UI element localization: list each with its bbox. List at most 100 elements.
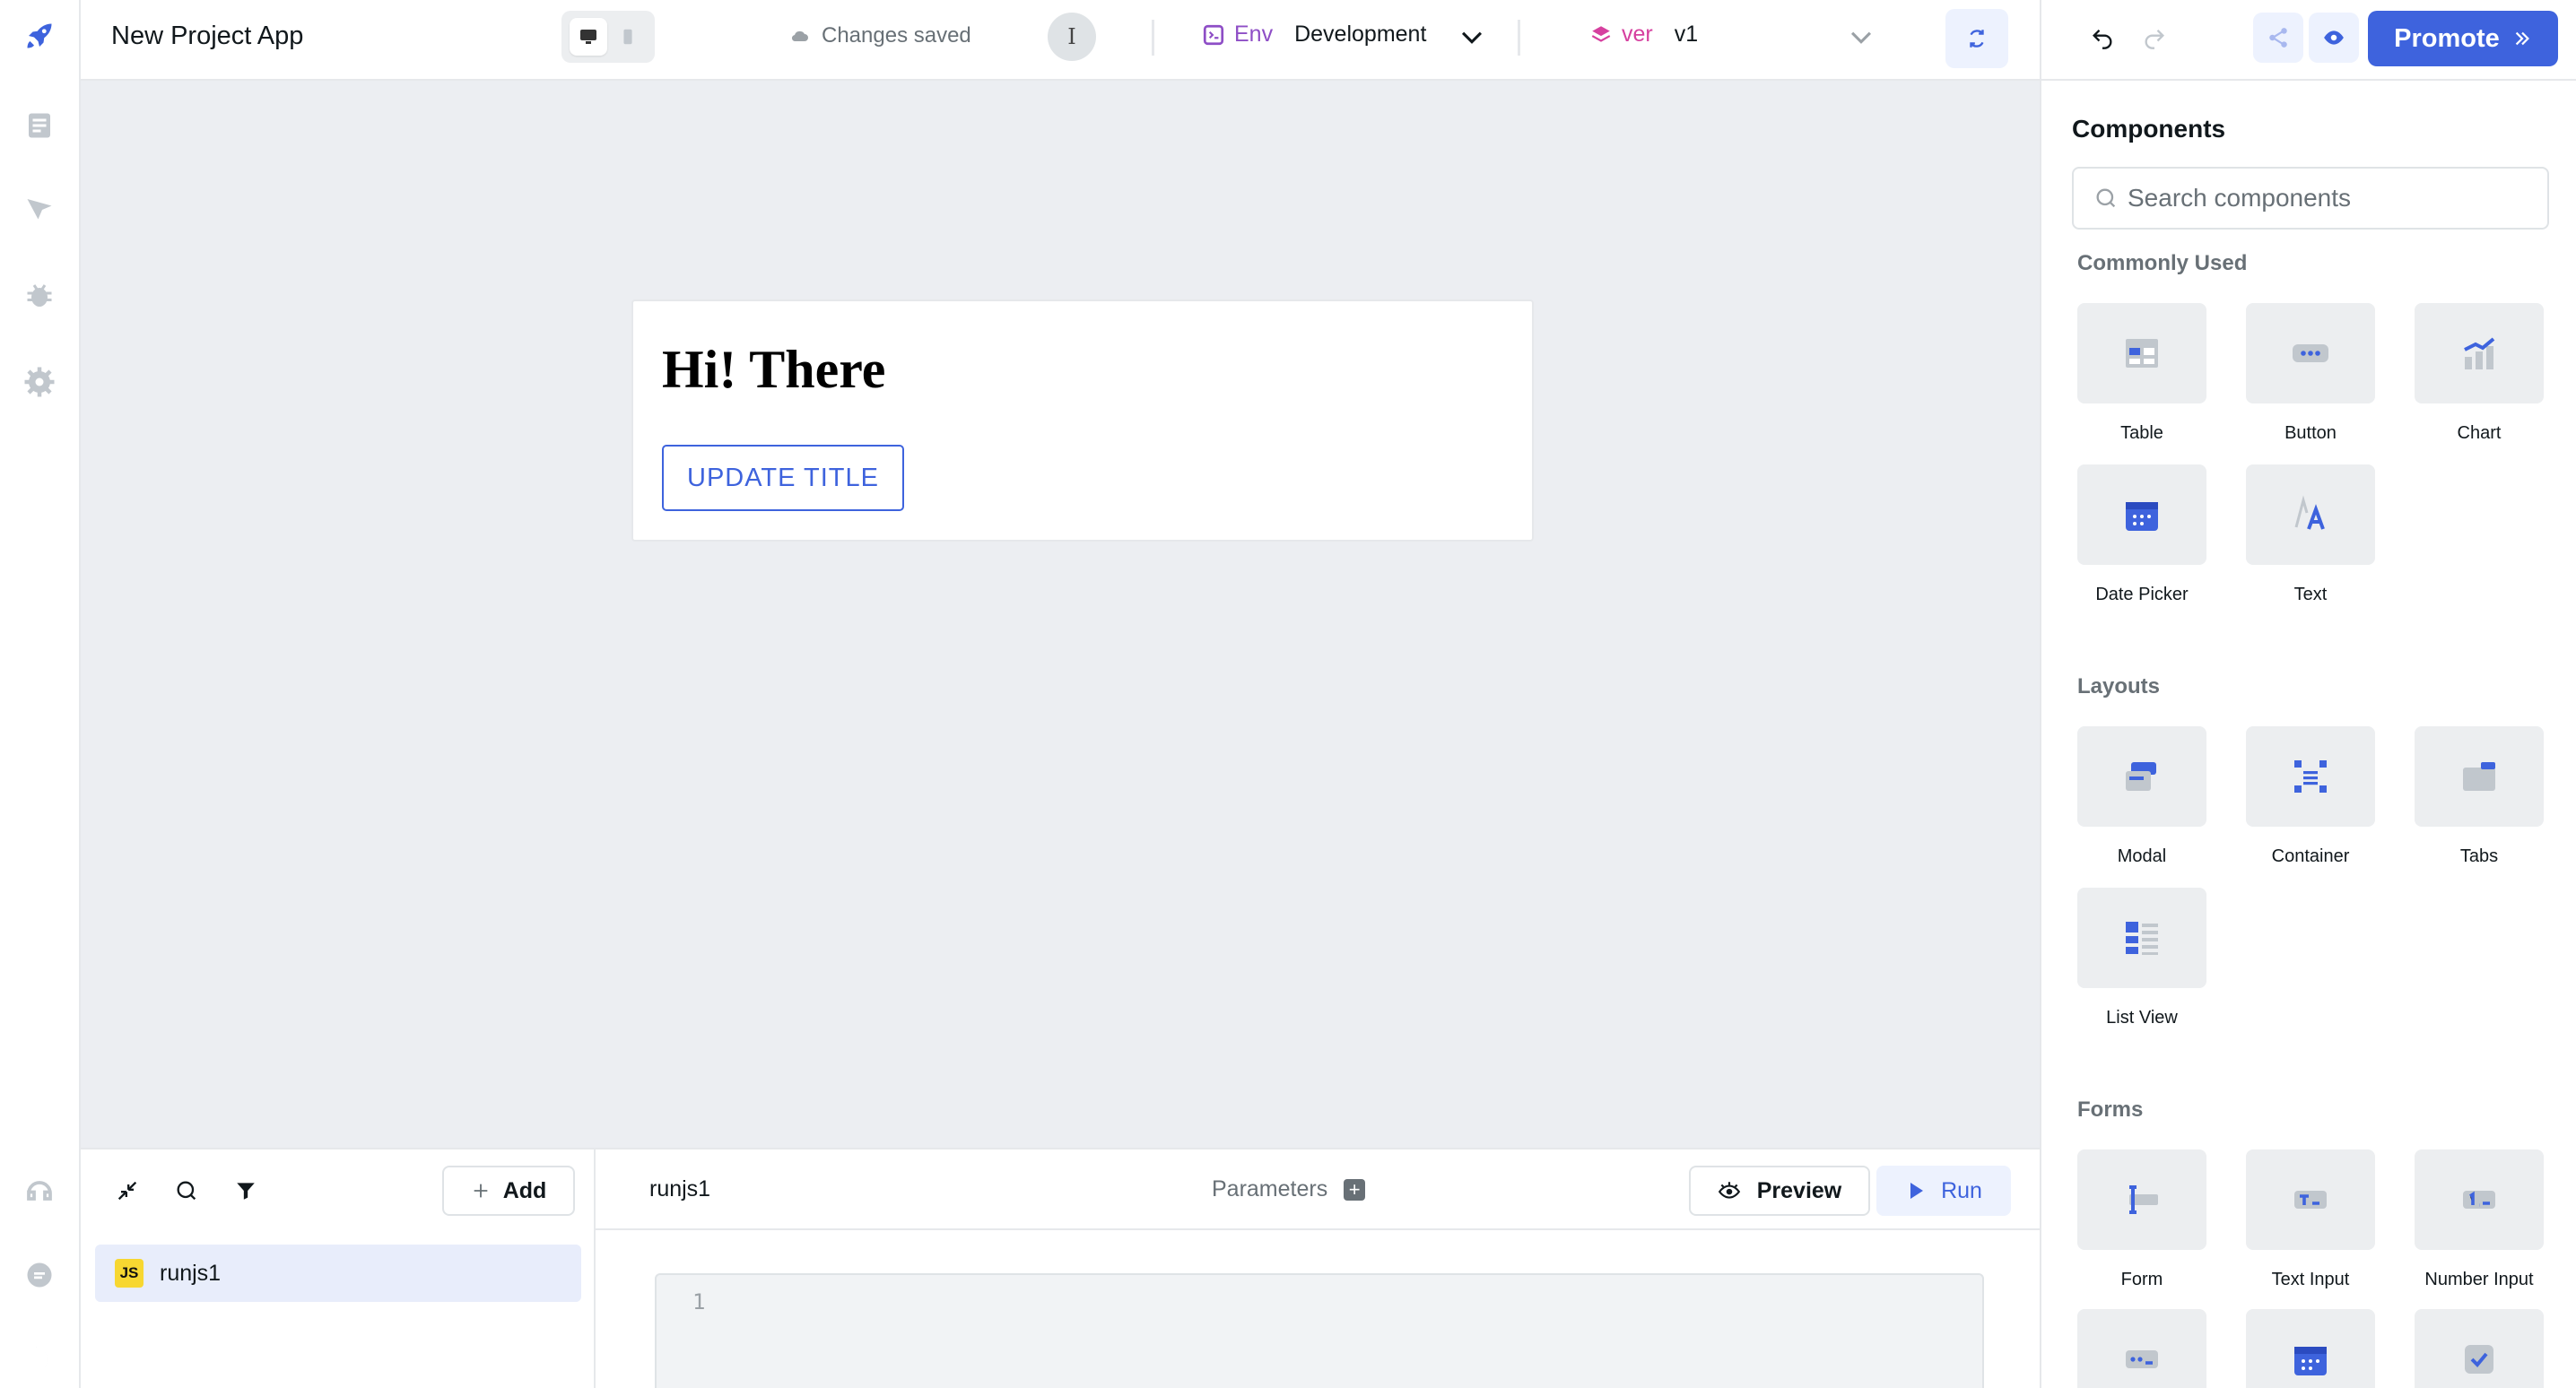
collapse-panel-button[interactable] — [113, 1176, 142, 1205]
component-button[interactable]: Button — [2246, 303, 2375, 444]
redo-button[interactable] — [2137, 20, 2172, 56]
environment-selector[interactable]: Env Development — [1202, 22, 1426, 48]
avatar[interactable]: I — [1048, 13, 1096, 61]
component-label: Form — [2120, 1270, 2163, 1289]
update-title-button[interactable]: UPDATE TITLE — [662, 445, 904, 511]
pages-icon[interactable] — [20, 106, 59, 145]
version-label: ver — [1622, 22, 1653, 47]
sync-button[interactable] — [1945, 9, 2008, 68]
list-view-icon — [2126, 922, 2158, 955]
left-sidebar — [0, 0, 81, 1388]
component-tile[interactable] — [2077, 1309, 2206, 1388]
version-selector[interactable]: ver v1 — [1589, 22, 1698, 48]
query-name: runjs1 — [160, 1260, 222, 1286]
cloud-icon — [791, 30, 808, 42]
query-list-item[interactable]: JS runjs1 — [95, 1245, 581, 1302]
component-label: Button — [2284, 423, 2337, 443]
container-widget[interactable]: Hi! There UPDATE TITLE — [631, 299, 1534, 542]
share-icon — [2269, 28, 2287, 48]
number-input-icon — [2463, 1191, 2495, 1209]
app-name[interactable]: New Project App — [111, 22, 303, 51]
component-search[interactable] — [2072, 167, 2549, 230]
component-chart[interactable]: Chart — [2415, 303, 2544, 444]
component-label: Container — [2271, 846, 2350, 866]
filter-queries-button[interactable] — [231, 1176, 260, 1205]
selected-query-name[interactable]: runjs1 — [649, 1176, 710, 1202]
button-icon — [2293, 344, 2328, 362]
component-label: Text Input — [2271, 1270, 2350, 1289]
filter-icon — [237, 1183, 255, 1200]
component-number-input[interactable]: Number Input — [2415, 1149, 2544, 1290]
query-tools — [113, 1176, 260, 1205]
add-parameter-plus-icon[interactable]: + — [1344, 1178, 1366, 1201]
support-headset-icon[interactable] — [20, 1171, 59, 1210]
component-label: Tabs — [2459, 846, 2499, 866]
modal-icon — [2126, 762, 2156, 791]
run-label: Run — [1941, 1177, 1982, 1203]
undo-icon — [2093, 30, 2112, 49]
component-tile[interactable] — [2415, 1309, 2544, 1388]
component-label: Text — [2293, 585, 2328, 604]
dark-mode-moon-icon[interactable] — [20, 1340, 59, 1379]
rocket-logo-icon[interactable] — [20, 16, 59, 56]
text-widget-heading[interactable]: Hi! There — [662, 339, 885, 401]
version-value: v1 — [1674, 22, 1699, 47]
collapse-arrows-icon — [117, 1181, 137, 1201]
component-table[interactable]: Table — [2077, 303, 2206, 444]
component-date-picker[interactable]: Date Picker — [2077, 464, 2206, 605]
divider — [596, 1228, 2040, 1230]
desktop-icon — [580, 30, 596, 44]
debugger-bug-icon[interactable] — [20, 276, 59, 316]
search-queries-button[interactable] — [172, 1176, 201, 1205]
undo-button[interactable] — [2084, 20, 2120, 56]
component-list-view[interactable]: List View — [2077, 888, 2206, 1028]
run-query-button[interactable]: Run — [1876, 1166, 2011, 1216]
chat-icon[interactable] — [20, 1255, 59, 1295]
component-label: Date Picker — [2095, 585, 2189, 604]
checkbox-icon — [2465, 1345, 2493, 1374]
component-label: Number Input — [2424, 1270, 2534, 1289]
component-label: List View — [2106, 1008, 2178, 1028]
component-label: Chart — [2457, 423, 2502, 443]
search-components-input[interactable] — [2128, 184, 2540, 213]
component-container[interactable]: Container — [2246, 726, 2375, 867]
desktop-view-button[interactable] — [570, 18, 607, 56]
version-chevron-down-icon[interactable] — [1846, 22, 1876, 52]
component-label: Table — [2120, 423, 2163, 443]
env-chevron-down-icon[interactable] — [1457, 22, 1487, 52]
code-editor[interactable]: 1 — [655, 1273, 1984, 1388]
add-query-label: Add — [502, 1177, 547, 1203]
eye-icon — [2324, 30, 2344, 45]
layers-icon — [1591, 25, 1611, 42]
component-tile[interactable] — [2246, 1309, 2375, 1388]
component-modal[interactable]: Modal — [2077, 726, 2206, 867]
component-form[interactable]: Form — [2077, 1149, 2206, 1290]
mobile-icon — [623, 29, 632, 45]
query-panel: Add JS runjs1 runjs1 Parameters + Previe… — [81, 1148, 2040, 1388]
query-list-pane: Add JS runjs1 — [81, 1149, 596, 1388]
save-status-text: Changes saved — [822, 23, 971, 48]
device-toggle — [561, 11, 655, 63]
plus-icon — [474, 1184, 488, 1198]
parameters-label: Parameters — [1212, 1176, 1328, 1201]
form-icon — [2129, 1185, 2158, 1214]
component-text[interactable]: Text — [2246, 464, 2375, 605]
mobile-view-button[interactable] — [609, 18, 647, 56]
component-tabs[interactable]: Tabs — [2415, 726, 2544, 867]
inspector-icon[interactable] — [20, 190, 59, 230]
preview-query-button[interactable]: Preview — [1689, 1166, 1870, 1216]
calendar-icon — [2294, 1347, 2327, 1375]
top-header: New Project App Changes saved I Env Deve… — [81, 0, 2040, 81]
settings-gear-icon[interactable] — [20, 362, 59, 402]
components-panel: Components Commonly Used Table Button Ch… — [2040, 81, 2576, 1388]
component-label: Modal — [2117, 846, 2167, 866]
text-input-icon — [2294, 1191, 2327, 1209]
app-canvas[interactable]: Hi! There UPDATE TITLE — [81, 81, 2040, 1148]
promote-button[interactable]: Promote — [2368, 11, 2558, 66]
share-button[interactable] — [2253, 13, 2303, 63]
add-query-button[interactable]: Add — [442, 1166, 575, 1216]
divider — [1152, 20, 1154, 56]
eye-icon — [1718, 1182, 1740, 1199]
preview-app-button[interactable] — [2309, 13, 2359, 63]
component-text-input[interactable]: Text Input — [2246, 1149, 2375, 1290]
